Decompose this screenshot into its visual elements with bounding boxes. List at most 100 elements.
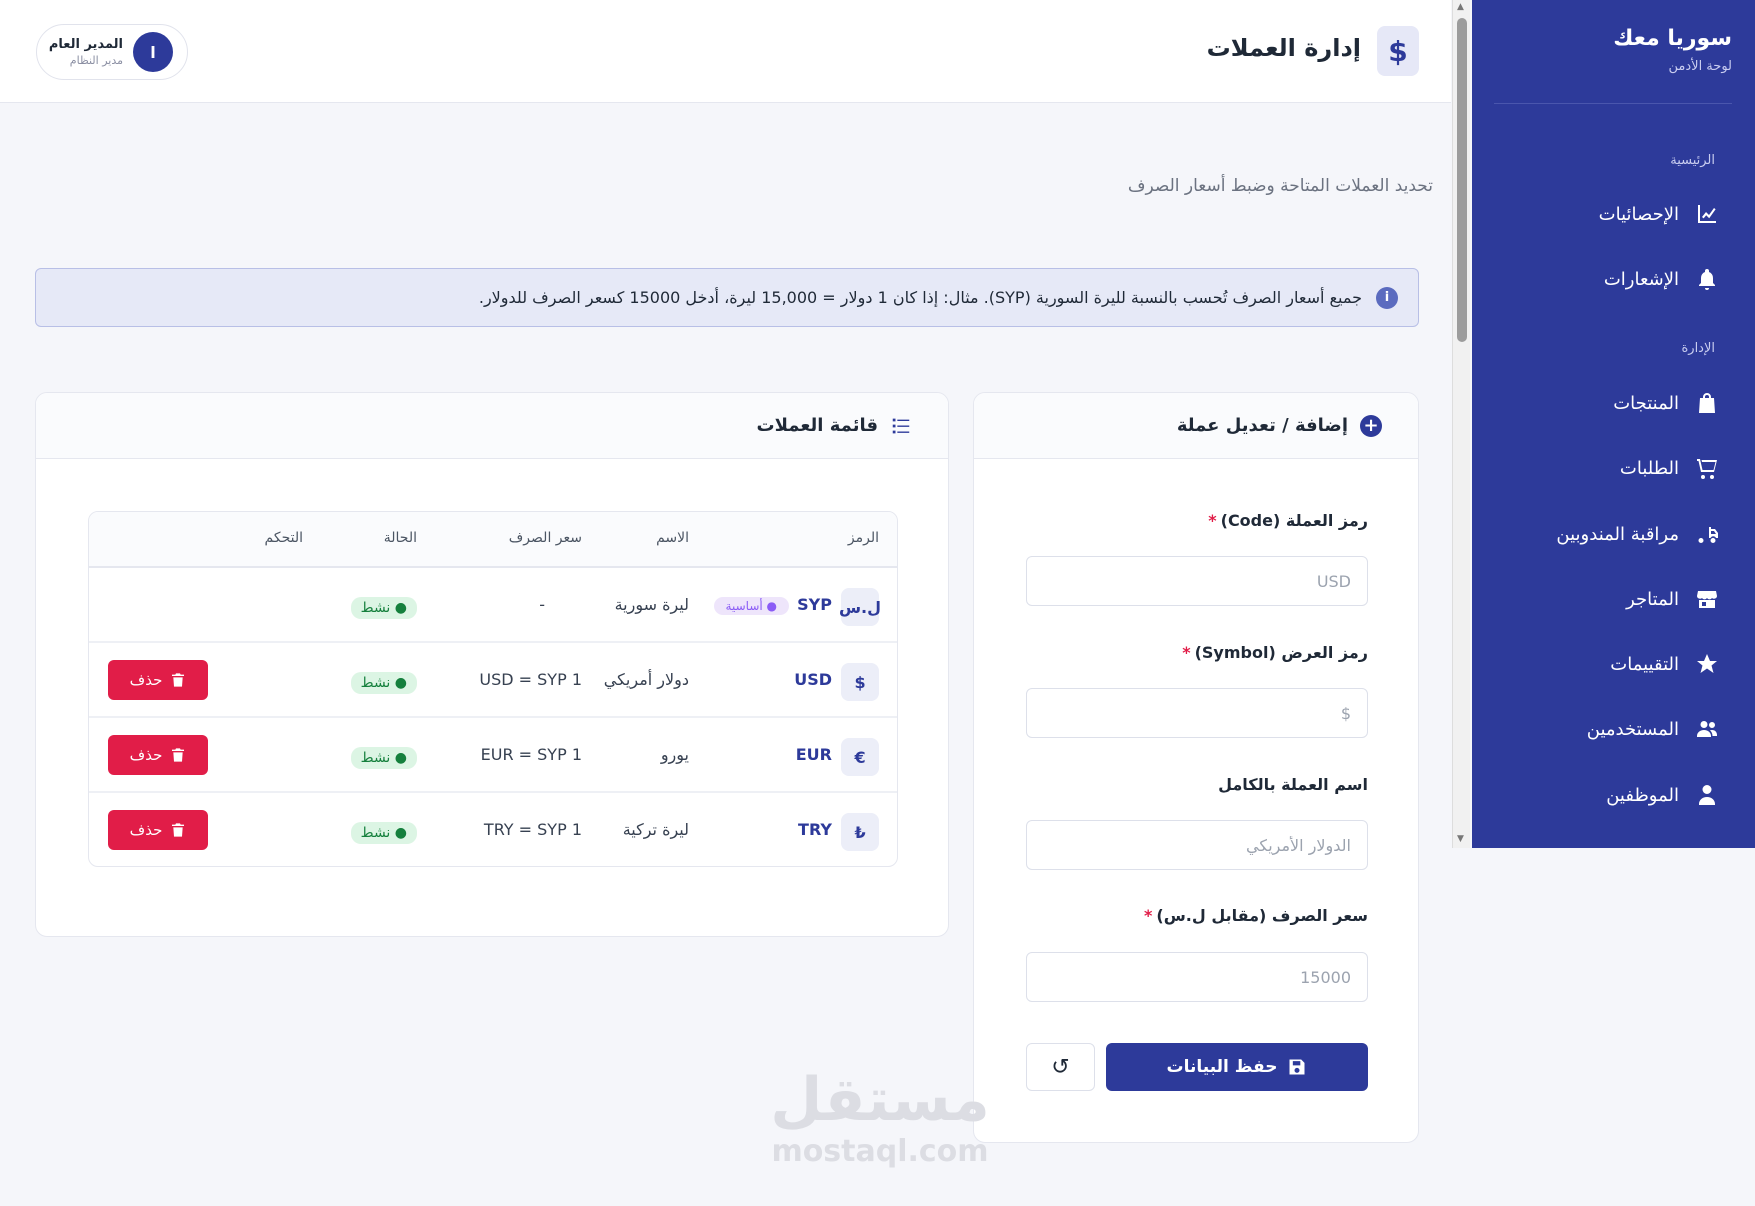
exchange-rate: -: [539, 595, 545, 614]
sidebar-item-notifications[interactable]: الإشعارات: [1604, 259, 1719, 299]
sidebar-item-delegates[interactable]: مراقبة المندوبين: [1556, 514, 1719, 554]
sidebar-section-main: الرئيسية: [1670, 153, 1715, 168]
chart-line-icon: [1698, 205, 1716, 223]
currency-code: USD: [794, 670, 832, 689]
sidebar-item-ratings[interactable]: التقييمات: [1610, 644, 1719, 684]
trash-icon: [172, 673, 185, 687]
name-label: اسم العملة بالكامل: [1218, 775, 1368, 794]
sidebar-section-admin: الإدارة: [1681, 341, 1715, 356]
sidebar-item-label: الإحصائيات: [1598, 203, 1679, 225]
currency-name: ليرة تركية: [622, 820, 689, 839]
code-input[interactable]: [1026, 556, 1368, 606]
info-alert-text: جميع أسعار الصرف تُحسب بالنسبة لليرة الس…: [478, 288, 1362, 307]
required-mark: *: [1208, 511, 1217, 530]
status-badge: ● نشط: [350, 597, 417, 619]
table-row: ل.س SYP ● أساسية ليرة سورية - ● نشط: [89, 568, 897, 643]
scroll-thumb[interactable]: [1457, 18, 1467, 342]
form-title: إضافة / تعديل عملة: [1176, 415, 1348, 436]
column-code: الرمز: [847, 530, 879, 546]
sidebar-item-label: المستخدمين: [1586, 718, 1679, 740]
watermark: مستقل mostaql.com: [770, 1070, 990, 1169]
required-mark: *: [1182, 643, 1191, 662]
delete-button[interactable]: حذف: [108, 810, 208, 850]
currency-symbol: €: [841, 738, 879, 776]
list-card-header: قائمة العملات: [36, 393, 948, 459]
brand-subtitle: لوحة الأدمن: [1668, 59, 1733, 74]
rate-input[interactable]: [1026, 952, 1368, 1002]
top-header: $ إدارة العملات ا المدير العام مدير النظ…: [0, 0, 1451, 103]
save-button[interactable]: حفظ البيانات: [1106, 1043, 1368, 1091]
delete-button[interactable]: حذف: [108, 735, 208, 775]
currency-code: TRY: [798, 820, 832, 839]
undo-icon: ↺: [1051, 1054, 1070, 1080]
sidebar-divider: [1494, 103, 1732, 104]
save-button-label: حفظ البيانات: [1166, 1057, 1278, 1077]
scroll-down-icon[interactable]: ▼: [1457, 834, 1464, 844]
column-name: الاسم: [656, 530, 689, 546]
currency-table: الرمز الاسم سعر الصرف الحالة التحكم ل.س …: [88, 511, 898, 867]
sidebar-item-orders[interactable]: الطلبات: [1620, 448, 1719, 488]
page-title: إدارة العملات: [1206, 34, 1361, 62]
currency-name: يورو: [660, 745, 689, 764]
sidebar-item-stores[interactable]: المتاجر: [1626, 579, 1719, 619]
delete-button-label: حذف: [129, 746, 163, 764]
status-badge: ● نشط: [350, 747, 417, 769]
list-icon: [892, 418, 910, 433]
avatar: ا: [133, 32, 173, 72]
table-row: $ USD دولار أمريكي 1 USD = SYP ● نشط حذف: [89, 643, 897, 718]
sidebar-item-label: الموظفين: [1606, 784, 1679, 806]
sidebar-item-statistics[interactable]: الإحصائيات: [1599, 194, 1719, 234]
exchange-rate: 1 EUR = SYP: [480, 745, 582, 764]
sidebar-item-label: مراقبة المندوبين: [1556, 523, 1679, 545]
list-title: قائمة العملات: [756, 415, 878, 436]
reset-button[interactable]: ↺: [1026, 1043, 1095, 1091]
bell-icon: [1699, 269, 1715, 290]
status-badge: ● نشط: [350, 672, 417, 694]
user-role: مدير النظام: [69, 54, 123, 67]
code-label: رمز العملة (Code)*: [1208, 511, 1368, 530]
status-badge: ● نشط: [350, 822, 417, 844]
brand-title: سوريا معك: [1613, 26, 1732, 51]
symbol-label: رمز العرض (Symbol)*: [1182, 643, 1368, 662]
user-menu[interactable]: ا المدير العام مدير النظام: [36, 24, 188, 80]
exchange-rate: 1 TRY = SYP: [483, 820, 582, 839]
store-icon: [1697, 591, 1717, 608]
sidebar-item-label: الإشعارات: [1603, 268, 1679, 290]
delete-button-label: حذف: [129, 821, 163, 839]
user-tie-icon: [1699, 785, 1715, 805]
info-icon: i: [1376, 286, 1398, 309]
sidebar-item-users[interactable]: المستخدمين: [1587, 709, 1719, 749]
currency-form-card: + إضافة / تعديل عملة رمز العملة (Code)* …: [973, 392, 1419, 1143]
currency-list-card: قائمة العملات الرمز الاسم سعر الصرف الحا…: [35, 392, 949, 937]
symbol-input[interactable]: [1026, 688, 1368, 738]
required-mark: *: [1144, 906, 1153, 925]
base-badge: ● أساسية: [713, 597, 789, 615]
currency-symbol: $: [841, 663, 879, 701]
table-row: ₺ TRY ليرة تركية 1 TRY = SYP ● نشط حذف: [89, 793, 897, 866]
trash-icon: [172, 748, 185, 762]
plus-circle-icon: +: [1360, 414, 1382, 437]
scroll-up-icon[interactable]: ▲: [1457, 2, 1464, 12]
currency-symbol: ₺: [841, 813, 879, 851]
exchange-rate: 1 USD = SYP: [479, 670, 582, 689]
name-input[interactable]: [1026, 820, 1368, 870]
user-info: المدير العام مدير النظام: [49, 37, 123, 67]
scrollbar[interactable]: ▲ ▼: [1452, 0, 1470, 848]
column-rate: سعر الصرف: [508, 530, 582, 546]
sidebar-item-label: الطلبات: [1619, 457, 1679, 479]
sidebar-item-products[interactable]: المنتجات: [1613, 383, 1719, 423]
trash-icon: [172, 823, 185, 837]
delete-button[interactable]: حذف: [108, 660, 208, 700]
table-row: € EUR يورو 1 EUR = SYP ● نشط حذف: [89, 718, 897, 793]
users-icon: [1697, 721, 1717, 737]
cart-icon: [1697, 459, 1717, 479]
code-label-text: رمز العملة (Code): [1220, 511, 1368, 530]
dollar-icon: $: [1377, 26, 1419, 76]
currency-name: ليرة سورية: [614, 595, 689, 614]
delete-button-label: حذف: [129, 671, 163, 689]
brand: سوريا معك لوحة الأدمن: [1613, 26, 1732, 74]
sidebar-item-employees[interactable]: الموظفين: [1606, 775, 1719, 815]
currency-name: دولار أمريكي: [603, 670, 689, 689]
info-alert: i جميع أسعار الصرف تُحسب بالنسبة لليرة ا…: [35, 268, 1419, 327]
rate-label: سعر الصرف (مقابل ل.س)*: [1144, 906, 1368, 925]
